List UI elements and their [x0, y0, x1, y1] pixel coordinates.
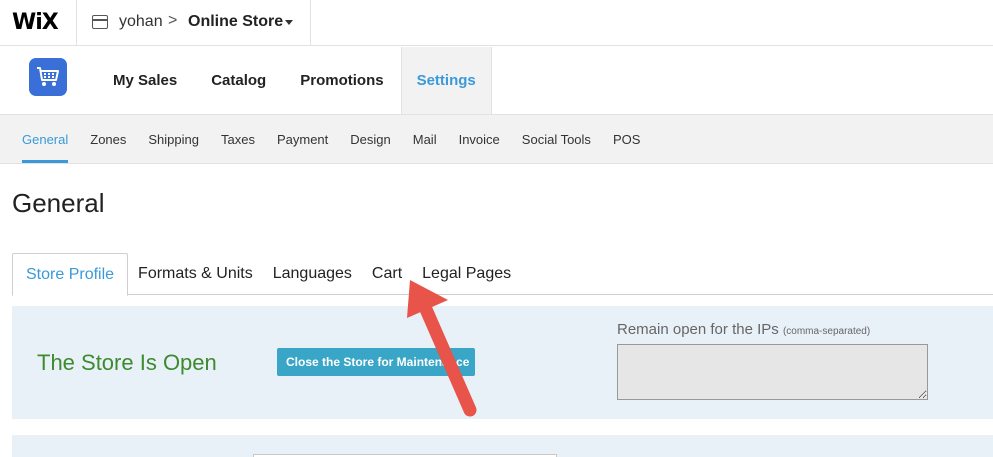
breadcrumb-user[interactable]: yohan: [119, 13, 163, 31]
subnav-social-tools[interactable]: Social Tools: [511, 115, 602, 163]
topbar-divider: [76, 0, 77, 46]
main-nav: My Sales Catalog Promotions Settings: [96, 47, 492, 114]
tab-formats-units[interactable]: Formats & Units: [128, 253, 263, 295]
tab-cart[interactable]: Cart: [362, 253, 412, 295]
subnav-design[interactable]: Design: [339, 115, 401, 163]
caret-down-icon[interactable]: [285, 20, 293, 25]
breadcrumb-separator: >: [168, 12, 178, 29]
close-store-button[interactable]: Close the Store for Maintenance: [277, 348, 475, 376]
subnav-general[interactable]: General: [11, 115, 79, 163]
shopping-cart-logo-icon[interactable]: [29, 58, 67, 96]
ips-textarea[interactable]: [617, 344, 928, 400]
nav-promotions[interactable]: Promotions: [283, 47, 400, 114]
tab-languages[interactable]: Languages: [263, 253, 362, 295]
subnav-invoice[interactable]: Invoice: [448, 115, 511, 163]
store-status-text: The Store Is Open: [37, 350, 217, 375]
topbar-divider: [310, 0, 311, 46]
nav-catalog[interactable]: Catalog: [194, 47, 283, 114]
subnav-zones[interactable]: Zones: [79, 115, 137, 163]
ips-label-hint: (comma-separated): [782, 326, 871, 337]
app-header: My Sales Catalog Promotions Settings: [0, 47, 993, 114]
subnav-mail[interactable]: Mail: [402, 115, 448, 163]
browser-window-icon: [92, 15, 108, 29]
tab-store-profile[interactable]: Store Profile: [12, 253, 129, 296]
section-tabs: Store Profile Formats & Units Languages …: [12, 253, 993, 296]
wix-topbar: WiX yohan > Online Store: [0, 0, 993, 46]
subnav-taxes[interactable]: Taxes: [210, 115, 266, 163]
nav-settings[interactable]: Settings: [400, 47, 492, 114]
subnav-payment[interactable]: Payment: [266, 115, 339, 163]
wix-logo[interactable]: WiX: [12, 10, 59, 35]
subnav-shipping[interactable]: Shipping: [137, 115, 210, 163]
tab-legal-pages[interactable]: Legal Pages: [412, 253, 521, 295]
site-selector[interactable]: Online Store: [188, 13, 283, 31]
store-status-panel: The Store Is Open Close the Store for Ma…: [12, 306, 993, 419]
ips-label: Remain open for the IPs (comma-separated…: [617, 321, 870, 338]
store-profile-panel: [12, 435, 993, 457]
subnav-pos[interactable]: POS: [602, 115, 651, 163]
nav-my-sales[interactable]: My Sales: [96, 47, 194, 114]
ips-label-text: Remain open for the IPs: [617, 321, 779, 338]
page-title: General: [12, 188, 105, 218]
settings-subnav: General Zones Shipping Taxes Payment Des…: [0, 114, 993, 164]
